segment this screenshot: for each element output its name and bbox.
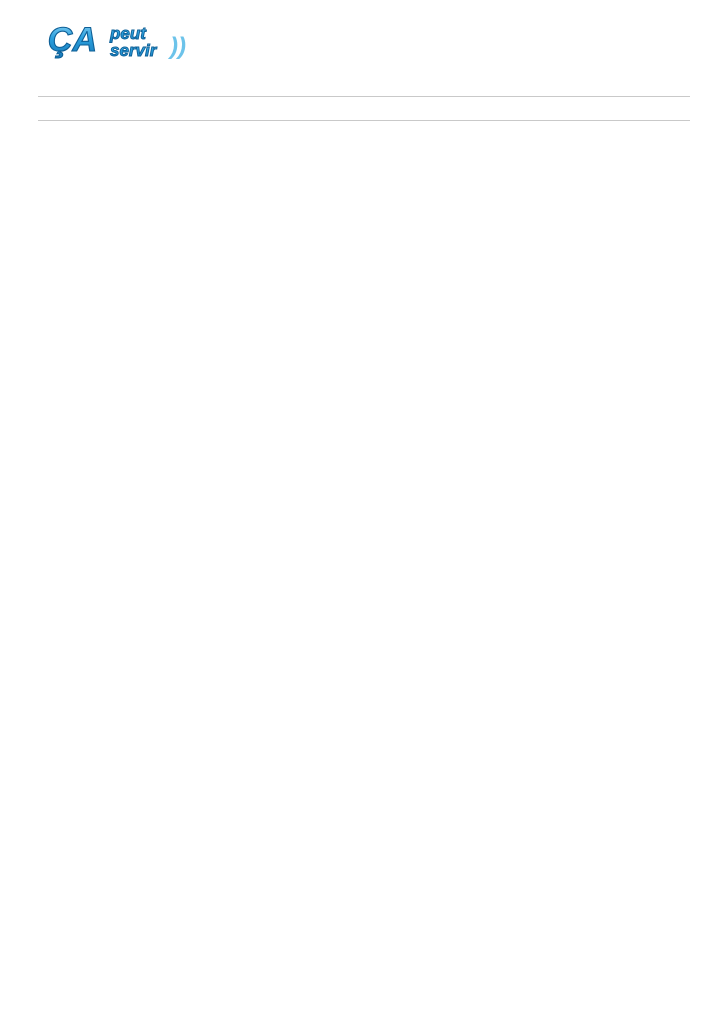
- page-header: ÇA peut servir )): [0, 0, 728, 72]
- school-holidays-legend: [38, 96, 690, 121]
- svg-text:)): )): [167, 33, 186, 60]
- brand-logo[interactable]: ÇA peut servir )): [46, 18, 276, 66]
- svg-text:servir: servir: [110, 41, 158, 60]
- svg-text:ÇA: ÇA: [48, 21, 97, 59]
- calendar-page: ÇA peut servir )): [0, 0, 728, 1030]
